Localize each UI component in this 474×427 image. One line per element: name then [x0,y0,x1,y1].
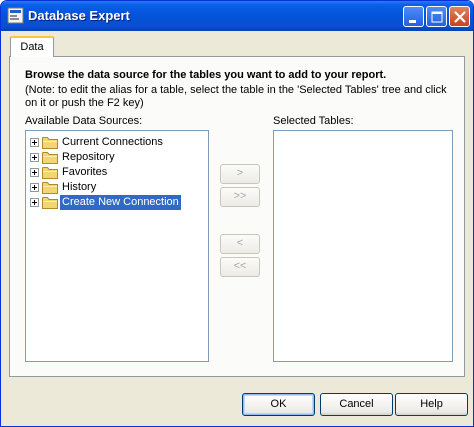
tree-node-label: Create New Connection [60,195,181,210]
tree-node-label: History [62,181,97,193]
app-icon [7,7,24,24]
available-data-sources-label: Available Data Sources: [25,115,143,127]
tree-node-label: Favorites [62,166,108,178]
data-tab-panel: Browse the data source for the tables yo… [9,56,465,377]
instruction-heading: Browse the data source for the tables yo… [25,69,387,81]
minimize-icon [409,20,416,23]
folder-icon [42,197,58,209]
tree-node-label: Repository [62,151,115,163]
add-table-button[interactable]: > [220,164,260,184]
folder-icon [42,182,58,194]
tab-data[interactable]: Data [10,36,54,57]
expand-icon[interactable] [30,198,39,207]
expand-icon[interactable] [30,138,39,147]
tree-node-label: Current Connections [62,136,163,148]
database-expert-window: Database Expert Data Browse the data sou… [0,0,474,427]
cancel-button[interactable]: Cancel [320,393,393,416]
folder-icon [42,152,58,164]
expand-icon[interactable] [30,183,39,192]
close-icon [454,11,466,23]
folder-icon [42,167,58,179]
help-button[interactable]: Help [395,393,468,416]
instruction-note: (Note: to edit the alias for a table, se… [25,84,447,109]
expand-icon[interactable] [30,168,39,177]
selected-tables-tree[interactable] [273,130,453,362]
ok-button[interactable]: OK [242,393,315,416]
remove-table-button[interactable]: < [220,234,260,254]
expand-icon[interactable] [30,153,39,162]
minimize-button[interactable] [403,6,424,27]
title-bar[interactable]: Database Expert [1,1,473,31]
maximize-button[interactable] [426,6,447,27]
window-title: Database Expert [28,8,130,23]
selected-tables-label: Selected Tables: [273,115,354,127]
close-button[interactable] [449,6,470,27]
remove-all-tables-button[interactable]: << [220,257,260,277]
available-data-sources-tree[interactable]: Current Connections Repository Favorites [25,130,209,362]
add-all-tables-button[interactable]: >> [220,187,260,207]
maximize-icon [431,11,443,23]
folder-icon [42,137,58,149]
